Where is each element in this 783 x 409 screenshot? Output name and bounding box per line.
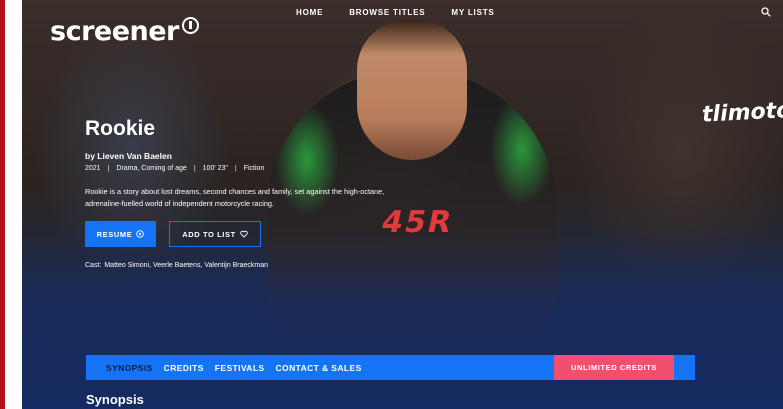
main-nav: HOME BROWSE TITLES MY LISTS [296, 8, 495, 17]
tab-synopsis[interactable]: SYNOPSIS [106, 363, 153, 373]
meta-separator: | [107, 165, 110, 172]
resume-label: RESUME [96, 229, 133, 239]
hero-background-face [357, 20, 467, 160]
nav-browse-titles[interactable]: BROWSE TITLES [349, 8, 425, 17]
nav-my-lists[interactable]: MY LISTS [451, 8, 494, 17]
resume-button[interactable]: RESUME [85, 221, 156, 247]
power-icon [181, 17, 199, 34]
unlimited-credits-button[interactable]: UNLIMITED CREDITS [554, 355, 674, 380]
nav-home[interactable]: HOME [296, 8, 323, 17]
left-edge-strip [0, 0, 5, 409]
meta-genres: Drama, Coming of age [116, 165, 187, 172]
search-icon[interactable] [761, 7, 771, 17]
add-to-list-button[interactable]: ADD TO LIST [169, 221, 261, 247]
add-to-list-label: ADD TO LIST [182, 229, 236, 239]
meta-year: 2021 [85, 165, 101, 172]
film-meta: 2021 | Drama, Coming of age | 100' 23" |… [85, 165, 264, 172]
sponsor-graphic: tlimotos [701, 97, 783, 128]
film-cast: Cast: Matteo Simoni, Veerle Baetens, Val… [85, 262, 268, 269]
cast-label: Cast: [85, 262, 102, 269]
hero-fade-overlay [22, 230, 783, 409]
section-heading-synopsis: Synopsis [86, 392, 144, 407]
tab-credits[interactable]: CREDITS [164, 363, 204, 373]
brand-logo[interactable]: screener [50, 16, 199, 47]
meta-runtime: 100' 23" [202, 165, 228, 172]
tab-contact-sales[interactable]: CONTACT & SALES [276, 363, 362, 373]
play-circle-icon [136, 230, 145, 238]
heart-icon [240, 230, 248, 238]
film-title: Rookie [85, 117, 156, 140]
hero-viewport: 45R tlimotos screener HOME BROWSE TITLES… [22, 0, 783, 409]
meta-separator: | [193, 165, 196, 172]
film-director: by Lieven Van Baelen [85, 151, 172, 161]
meta-category: Fiction [243, 165, 265, 172]
meta-separator: | [234, 165, 237, 172]
cast-names: Matteo Simoni, Veerle Baetens, Valentijn… [104, 262, 269, 269]
detail-tabbar: SYNOPSIS CREDITS FESTIVALS CONTACT & SAL… [86, 355, 695, 380]
tab-festivals[interactable]: FESTIVALS [215, 363, 265, 373]
film-synopsis: Rookie is a story about lost dreams, sec… [85, 187, 385, 208]
brand-name: screener [50, 16, 179, 47]
